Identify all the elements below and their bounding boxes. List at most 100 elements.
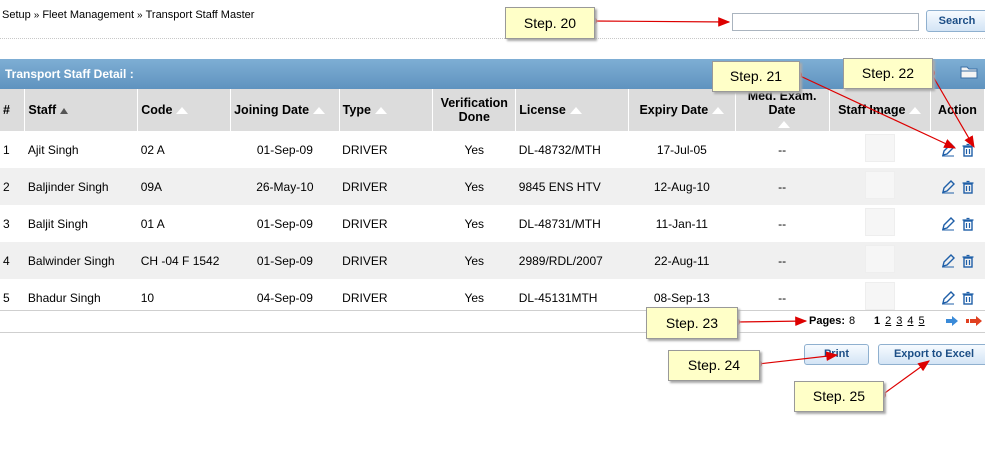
divider [0, 310, 985, 311]
cell-number: 4 [0, 242, 25, 279]
panel-title: Transport Staff Detail : [5, 67, 134, 81]
table-row[interactable]: 3 Baljit Singh 01 A 01-Sep-09 DRIVER Yes DL-48… [0, 205, 985, 242]
cell-expiry-date: 11-Jan-11 [628, 205, 736, 242]
cell-verification-done: Yes [432, 242, 516, 279]
last-page-icon[interactable] [966, 316, 984, 326]
column-header-expiry-date[interactable]: Expiry Date [628, 89, 736, 131]
staff-table: # Staff Code Joining Date Type Verificat… [0, 89, 985, 316]
staff-photo-thumbnail[interactable] [864, 134, 895, 162]
cell-action [930, 205, 985, 242]
breadcrumb-fleet-management[interactable]: Fleet Management [42, 9, 134, 21]
cell-verification-done: Yes [432, 131, 516, 168]
next-page-icon[interactable] [946, 316, 958, 326]
cell-type: DRIVER [339, 131, 433, 168]
table-row[interactable]: 4 Balwinder Singh CH -04 F 1542 01-Sep-09 DR… [0, 242, 985, 279]
breadcrumb-setup[interactable]: Setup [2, 9, 31, 21]
staff-photo-thumbnail[interactable] [864, 282, 895, 310]
print-button[interactable]: Print [804, 344, 869, 365]
search-button[interactable]: Search [926, 10, 985, 32]
cell-number: 1 [0, 131, 25, 168]
page-link-2[interactable]: 2 [885, 315, 891, 327]
sort-icon[interactable] [374, 107, 387, 115]
cell-expiry-date: 12-Aug-10 [628, 168, 736, 205]
page-link-1[interactable]: 1 [874, 315, 880, 327]
sort-icon[interactable] [313, 107, 326, 115]
cell-license: 2989/RDL/2007 [515, 242, 629, 279]
delete-trash-icon[interactable] [961, 254, 975, 268]
sort-icon[interactable] [909, 107, 922, 115]
column-header-type[interactable]: Type [339, 89, 434, 131]
cell-type: DRIVER [339, 205, 433, 242]
cell-staff: Balwinder Singh [24, 242, 138, 279]
column-header-number: # [0, 89, 26, 131]
edit-pencil-icon[interactable] [941, 142, 955, 157]
callout-step-24: Step. 24 [668, 350, 760, 381]
page-link-4[interactable]: 4 [907, 315, 913, 327]
cell-staff-image [829, 205, 931, 242]
table-row[interactable]: 1 Ajit Singh 02 A 01-Sep-09 DRIVER Yes DL-4873… [0, 131, 985, 168]
cell-verification-done: Yes [432, 168, 516, 205]
breadcrumb-separator: » [137, 10, 143, 21]
edit-pencil-icon[interactable] [941, 290, 955, 305]
cell-license: DL-48732/MTH [515, 131, 629, 168]
panel-header: Transport Staff Detail : [0, 59, 985, 89]
cell-verification-done: Yes [432, 205, 516, 242]
delete-trash-icon[interactable] [961, 291, 975, 305]
table-header-row: # Staff Code Joining Date Type Verificat… [0, 89, 985, 131]
cell-expiry-date: 17-Jul-05 [628, 131, 736, 168]
column-header-staff-image[interactable]: Staff Image [829, 89, 932, 131]
delete-trash-icon[interactable] [961, 180, 975, 194]
edit-pencil-icon[interactable] [941, 253, 955, 268]
cell-med-exam-date: -- [735, 205, 830, 242]
breadcrumb-transport-staff-master: Transport Staff Master [145, 9, 255, 21]
column-header-verification-done[interactable]: Verification Done [432, 89, 517, 131]
cell-code: 02 A [137, 131, 231, 168]
table-row[interactable]: 2 Baljinder Singh 09A 26-May-10 DRIVER Yes 984… [0, 168, 985, 205]
edit-pencil-icon[interactable] [941, 179, 955, 194]
delete-trash-icon[interactable] [961, 143, 975, 157]
export-to-excel-button[interactable]: Export to Excel [878, 344, 985, 365]
cell-med-exam-date: -- [735, 242, 830, 279]
folder-icon[interactable] [960, 65, 978, 79]
breadcrumb: Setup» Fleet Management» Transport Staff M… [2, 9, 254, 21]
page-link-3[interactable]: 3 [896, 315, 902, 327]
cell-code: 09A [137, 168, 231, 205]
cell-staff: Baljit Singh [24, 205, 138, 242]
staff-photo-thumbnail[interactable] [864, 208, 895, 236]
cell-code: 01 A [137, 205, 231, 242]
sort-icon[interactable] [778, 121, 791, 129]
cell-joining-date: 26-May-10 [230, 168, 340, 205]
edit-pencil-icon[interactable] [941, 216, 955, 231]
staff-photo-thumbnail[interactable] [864, 245, 895, 273]
page-links: 12345 [874, 315, 930, 327]
column-header-code[interactable]: Code [137, 89, 232, 131]
cell-staff: Ajit Singh [24, 131, 138, 168]
delete-trash-icon[interactable] [961, 217, 975, 231]
divider [0, 332, 985, 333]
cell-staff-image [829, 242, 931, 279]
pages-label: Pages: [809, 315, 846, 327]
sort-asc-icon[interactable] [60, 107, 69, 114]
callout-step-20: Step. 20 [505, 7, 595, 39]
cell-joining-date: 01-Sep-09 [230, 205, 340, 242]
callout-step-21: Step. 21 [712, 61, 800, 92]
page-link-5[interactable]: 5 [919, 315, 925, 327]
cell-staff: Baljinder Singh [24, 168, 138, 205]
cell-action [930, 168, 985, 205]
search-input[interactable] [732, 13, 919, 31]
column-header-med-exam-date[interactable]: Med. Exam. Date [735, 89, 830, 131]
cell-type: DRIVER [339, 242, 433, 279]
column-header-joining-date[interactable]: Joining Date [230, 89, 340, 131]
cell-joining-date: 01-Sep-09 [230, 131, 340, 168]
cell-license: 9845 ENS HTV [515, 168, 629, 205]
cell-med-exam-date: -- [735, 131, 830, 168]
cell-action [930, 131, 985, 168]
column-header-staff[interactable]: Staff [24, 89, 139, 131]
staff-photo-thumbnail[interactable] [864, 171, 895, 199]
cell-action [930, 242, 985, 279]
sort-icon[interactable] [569, 107, 582, 115]
sort-icon[interactable] [712, 107, 725, 115]
column-header-license[interactable]: License [515, 89, 630, 131]
sort-icon[interactable] [176, 107, 189, 115]
cell-joining-date: 01-Sep-09 [230, 242, 340, 279]
